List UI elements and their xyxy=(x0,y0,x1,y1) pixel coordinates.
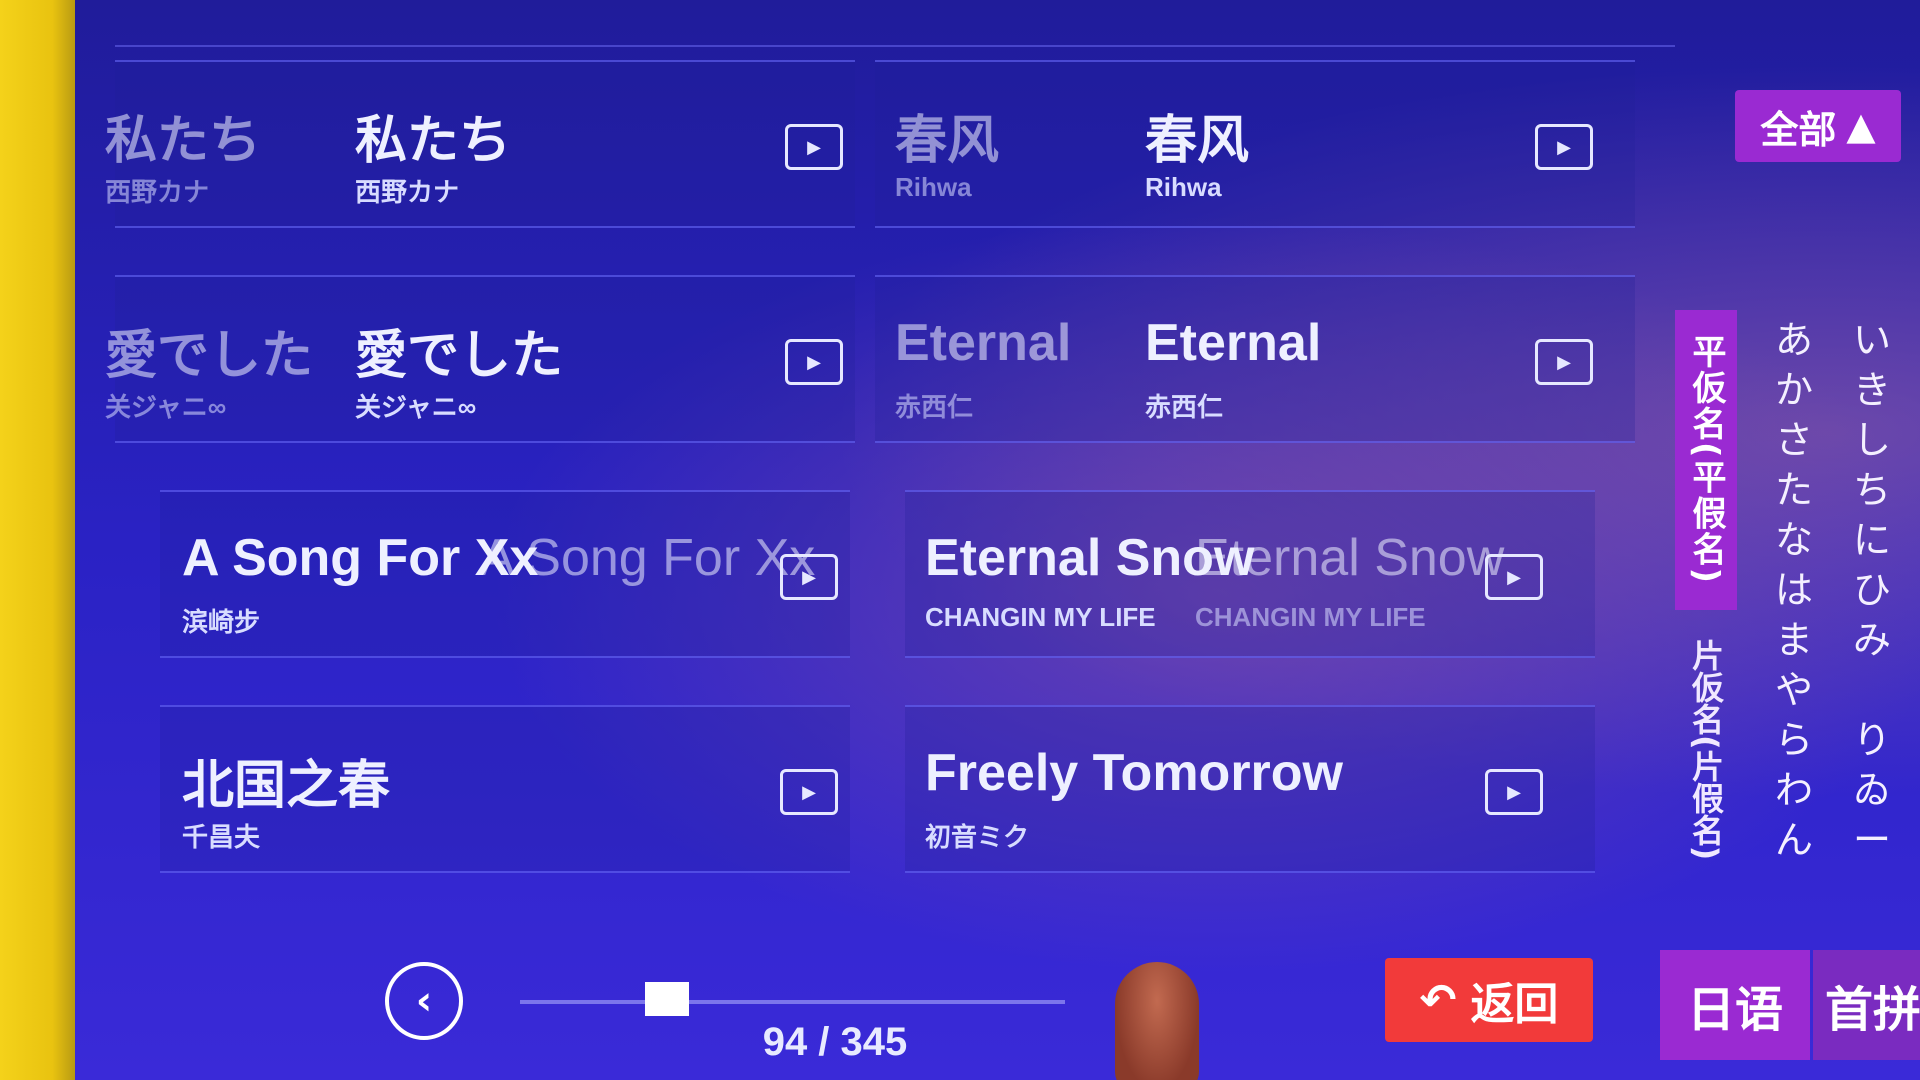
kana-key[interactable]: は xyxy=(1775,570,1813,610)
back-label: 返回 xyxy=(1470,979,1559,1030)
kana-key[interactable]: に xyxy=(1853,520,1891,560)
tab-katakana[interactable]: 片仮名(片假名) xyxy=(1675,630,1737,870)
kana-key[interactable] xyxy=(1853,670,1891,710)
kana-key[interactable]: ー xyxy=(1853,820,1891,860)
song-artist: 赤西仁 xyxy=(1145,392,1224,422)
play-preview-icon[interactable]: ▶ xyxy=(785,124,843,170)
kana-column-1: あかさたなはまやらわん xyxy=(1775,320,1813,860)
chevron-left-icon: ‹ xyxy=(415,978,433,1024)
song-title-ghost: 私たち xyxy=(105,112,262,170)
song-artist-ghost: CHANGIN MY LIFE xyxy=(1195,602,1426,632)
kana-key[interactable]: み xyxy=(1853,620,1891,660)
header-divider xyxy=(115,45,1675,47)
song-card-3[interactable]: 愛でした 关ジャニ∞ 愛でした 关ジャニ∞ ▶ xyxy=(105,275,855,443)
kana-key[interactable]: ゐ xyxy=(1853,770,1891,810)
play-preview-icon[interactable]: ▶ xyxy=(1535,339,1593,385)
kana-key[interactable]: た xyxy=(1775,470,1813,510)
song-card-6[interactable]: Eternal Snow CHANGIN MY LIFE Eternal Sno… xyxy=(905,490,1595,658)
song-title: Eternal xyxy=(1145,314,1322,372)
play-preview-icon[interactable]: ▶ xyxy=(785,339,843,385)
kana-key[interactable]: ら xyxy=(1775,720,1813,760)
song-title: 春风 xyxy=(1145,112,1250,170)
song-card-1[interactable]: 私たち 西野カナ 私たち 西野カナ ▶ xyxy=(105,60,855,228)
kana-key[interactable]: ち xyxy=(1853,470,1891,510)
kana-index-panel: 平仮名(平假名) 片仮名(片假名) あかさたなはまやらわん いきしちにひみりゐー xyxy=(1675,300,1920,950)
song-artist: 初音ミク xyxy=(925,822,1030,852)
filter-all-button[interactable]: 全部 ▲ xyxy=(1735,90,1901,162)
song-artist: 关ジャニ∞ xyxy=(355,392,477,422)
play-preview-icon[interactable]: ▶ xyxy=(1535,124,1593,170)
kana-key[interactable]: ま xyxy=(1775,620,1813,660)
song-card-4[interactable]: Eternal 赤西仁 Eternal 赤西仁 ▶ xyxy=(875,275,1635,443)
kana-key[interactable]: わ xyxy=(1775,770,1813,810)
kana-key[interactable]: や xyxy=(1775,670,1813,710)
song-artist-ghost: Rihwa xyxy=(895,172,972,202)
tab-hiragana[interactable]: 平仮名(平假名) xyxy=(1675,310,1737,610)
karaoke-screen: 私たち 西野カナ 私たち 西野カナ ▶ 春风 Rihwa 春风 Rihwa ▶ … xyxy=(75,0,1920,1080)
kana-key[interactable]: き xyxy=(1853,370,1891,410)
user-finger xyxy=(1115,962,1199,1080)
tab-japanese[interactable]: 日语 xyxy=(1660,950,1810,1060)
song-title: 愛でした xyxy=(355,327,564,385)
kana-key[interactable]: ん xyxy=(1775,820,1813,860)
play-preview-icon[interactable]: ▶ xyxy=(1485,554,1543,600)
song-artist: 西野カナ xyxy=(355,177,460,207)
song-card-7[interactable]: 北国之春 千昌夫 ▶ xyxy=(160,705,850,873)
song-title-ghost: 春风 xyxy=(895,112,1000,170)
page-counter: 94 / 345 xyxy=(762,1020,908,1064)
kana-key[interactable]: か xyxy=(1775,370,1813,410)
song-artist: CHANGIN MY LIFE xyxy=(925,602,1156,632)
kana-key[interactable]: い xyxy=(1853,320,1891,360)
play-preview-icon[interactable]: ▶ xyxy=(780,769,838,815)
prev-page-button[interactable]: ‹ xyxy=(385,962,463,1040)
back-button[interactable]: ↶ 返回 xyxy=(1385,958,1593,1042)
page-slider-track[interactable] xyxy=(520,1000,1065,1004)
song-artist-ghost: 西野カナ xyxy=(105,177,210,207)
song-title-ghost: Eternal Snow xyxy=(1195,529,1505,587)
play-preview-icon[interactable]: ▶ xyxy=(1485,769,1543,815)
tab-initials[interactable]: 首拼 xyxy=(1813,950,1920,1060)
song-title: 北国之春 xyxy=(182,757,391,815)
kana-key[interactable]: し xyxy=(1853,420,1891,460)
song-artist: 滨崎步 xyxy=(182,607,261,637)
song-artist-ghost: 赤西仁 xyxy=(895,392,974,422)
kana-key[interactable]: ひ xyxy=(1853,570,1891,610)
song-title-ghost: Eternal xyxy=(895,314,1072,372)
return-arrow-icon: ↶ xyxy=(1419,974,1457,1026)
song-title: Freely Tomorrow xyxy=(925,744,1344,802)
song-artist: 千昌夫 xyxy=(182,822,261,852)
triangle-up-icon: ▲ xyxy=(1846,104,1876,148)
device-bezel xyxy=(0,0,75,1080)
filter-label: 全部 xyxy=(1760,107,1837,152)
kana-key[interactable]: な xyxy=(1775,520,1813,560)
song-title-ghost: 愛でした xyxy=(105,327,314,385)
song-card-8[interactable]: Freely Tomorrow 初音ミク ▶ xyxy=(905,705,1595,873)
song-artist-ghost: 关ジャニ∞ xyxy=(105,392,227,422)
kana-column-2: いきしちにひみりゐー xyxy=(1853,320,1891,860)
song-title: 私たち xyxy=(355,112,512,170)
kana-key[interactable]: さ xyxy=(1775,420,1813,460)
song-artist: Rihwa xyxy=(1145,172,1222,202)
play-preview-icon[interactable]: ▶ xyxy=(780,554,838,600)
kana-key[interactable]: り xyxy=(1853,720,1891,760)
song-card-2[interactable]: 春风 Rihwa 春风 Rihwa ▶ xyxy=(875,60,1635,228)
song-title-ghost: A Song For Xx xyxy=(480,529,816,587)
song-card-5[interactable]: A Song For Xx 滨崎步 A Song For Xx ▶ xyxy=(160,490,850,658)
kana-key[interactable]: あ xyxy=(1775,320,1813,360)
page-slider-thumb[interactable] xyxy=(645,982,690,1016)
